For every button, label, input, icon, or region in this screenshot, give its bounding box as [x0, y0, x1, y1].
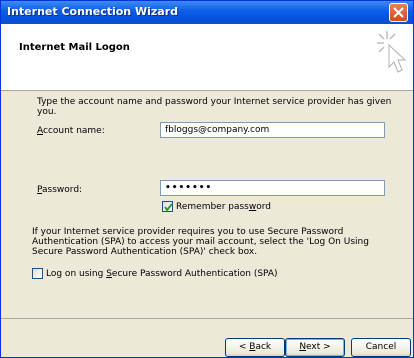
remember-password-checkbox[interactable] [162, 201, 173, 212]
remember-password-label[interactable]: Remember password [176, 202, 271, 212]
spa-description: If your Internet service provider requir… [32, 227, 369, 257]
next-button[interactable]: Next > [285, 338, 345, 357]
intro-text: Type the account name and password your … [37, 97, 392, 117]
page-title: Internet Mail Logon [19, 42, 130, 53]
password-label: Password: [37, 185, 82, 195]
back-label-post: ack [255, 342, 272, 352]
wizard-content: Type the account name and password your … [1, 91, 413, 315]
window-title: Internet Connection Wizard [7, 5, 178, 18]
spa-label-post: ecure Password Authentication (SPA) [111, 269, 278, 279]
next-label-post: ext > [306, 342, 331, 352]
password-value: ••••••• [165, 183, 213, 193]
password-label-rest: assword: [42, 185, 83, 195]
spa-label-pre: Log on using [46, 269, 107, 279]
back-label-pre: < [238, 342, 250, 352]
spa-checkbox[interactable] [32, 268, 43, 279]
back-button[interactable]: < Back [225, 338, 285, 357]
close-button[interactable] [389, 3, 408, 22]
footer-divider [1, 318, 413, 319]
wizard-header: Internet Mail Logon [1, 24, 413, 91]
password-input[interactable]: ••••••• [160, 180, 385, 196]
wizard-window: Internet Connection Wizard Internet Mail… [0, 0, 414, 358]
remember-label-pre: Remember pass [176, 202, 249, 212]
account-label-rest: ccount name: [43, 126, 105, 136]
cancel-button[interactable]: Cancel [351, 338, 411, 357]
wizard-cursor-icon [377, 31, 407, 73]
account-name-input[interactable]: fbloggs@company.com [160, 122, 385, 138]
account-name-value: fbloggs@company.com [165, 125, 270, 135]
remember-label-post: ord [256, 202, 272, 212]
spa-checkbox-label[interactable]: Log on using Secure Password Authenticat… [46, 269, 278, 279]
checkmark-icon [164, 203, 173, 212]
close-icon [393, 7, 404, 18]
account-name-label: Account name: [37, 126, 105, 136]
title-bar[interactable]: Internet Connection Wizard [1, 1, 413, 24]
